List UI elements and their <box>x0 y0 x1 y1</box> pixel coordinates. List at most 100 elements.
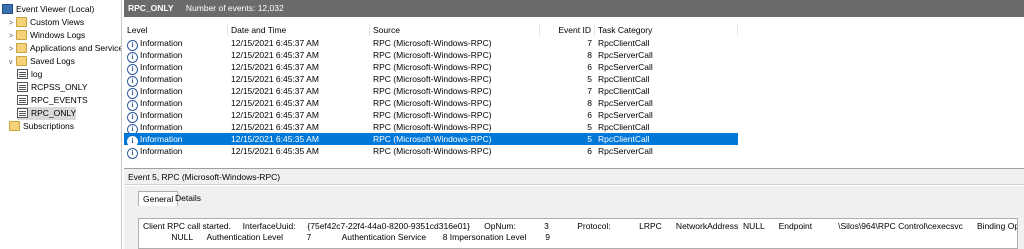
table-row[interactable]: i Information 12/15/2021 6:45:37 AM RPC (Mi… <box>124 37 738 51</box>
tree-root[interactable]: Event Viewer (Local) <box>2 3 94 16</box>
cell-source: RPC (Microsoft-Windows-RPC) <box>373 110 492 120</box>
cell-event-id: 6 <box>587 62 592 72</box>
message-line-1: Client RPC call started. InterfaceUuid: … <box>143 221 1018 231</box>
cell-event-id: 5 <box>587 122 592 132</box>
table-row[interactable]: i Information 12/15/2021 6:45:35 AM RPC (Mi… <box>124 133 738 147</box>
cell-source: RPC (Microsoft-Windows-RPC) <box>373 62 492 72</box>
folder-icon <box>16 56 27 66</box>
log-icon <box>17 95 28 105</box>
cell-source: RPC (Microsoft-Windows-RPC) <box>373 74 492 84</box>
grid-header: Level Date and Time Source Event ID Task… <box>124 24 1024 36</box>
tree-item-subscriptions[interactable]: Subscriptions <box>9 120 74 133</box>
cell-level: i Information <box>127 109 228 123</box>
event-viewer-icon <box>2 4 13 14</box>
detail-title: Event 5, RPC (Microsoft-Windows-RPC) <box>124 169 1024 185</box>
cell-level: i Information <box>127 61 228 75</box>
table-row[interactable]: i Information 12/15/2021 6:45:37 AM RPC (Mi… <box>124 73 738 87</box>
column-header-level[interactable]: Level <box>124 24 228 36</box>
folder-icon <box>16 43 27 53</box>
cell-level: i Information <box>127 97 228 111</box>
cell-event-id: 6 <box>587 146 592 156</box>
events-grid: Level Date and Time Source Event ID Task… <box>124 20 1024 168</box>
table-row[interactable]: i Information 12/15/2021 6:45:37 AM RPC (Mi… <box>124 121 738 135</box>
table-row[interactable]: i Information 12/15/2021 6:45:37 AM RPC (Mi… <box>124 97 738 111</box>
tree-item-windows-logs[interactable]: > Windows Logs <box>9 29 85 42</box>
main-pane: RPC_ONLY Number of events: 12,032 Level … <box>124 0 1024 249</box>
event-message[interactable]: Client RPC call started. InterfaceUuid: … <box>138 218 1018 249</box>
cell-source: RPC (Microsoft-Windows-RPC) <box>373 134 492 144</box>
cell-date: 12/15/2021 6:45:37 AM <box>231 122 319 132</box>
log-icon <box>17 108 28 118</box>
column-header-source[interactable]: Source <box>370 24 540 36</box>
tree-item-label: Subscriptions <box>23 121 75 131</box>
table-row[interactable]: i Information 12/15/2021 6:45:37 AM RPC (Mi… <box>124 109 738 123</box>
column-header-date[interactable]: Date and Time <box>228 24 370 36</box>
cell-task-category: RpcServerCall <box>598 62 653 72</box>
table-row[interactable]: i Information 12/15/2021 6:45:35 AM RPC (Mi… <box>124 145 738 159</box>
tree-item-label: RPC_ONLY <box>31 108 77 118</box>
cell-task-category: RpcClientCall <box>598 86 650 96</box>
log-icon <box>17 82 28 92</box>
cell-level: i Information <box>127 133 228 147</box>
cell-source: RPC (Microsoft-Windows-RPC) <box>373 146 492 156</box>
tree-item-label: RCPSS_ONLY <box>31 82 88 92</box>
cell-task-category: RpcClientCall <box>598 74 650 84</box>
event-count: Number of events: 12,032 <box>185 3 284 13</box>
column-header-event-id[interactable]: Event ID <box>540 24 595 36</box>
level-text: Information <box>140 122 183 132</box>
expand-open-icon[interactable]: v <box>9 56 16 69</box>
cell-date: 12/15/2021 6:45:35 AM <box>231 134 319 144</box>
folder-icon <box>16 30 27 40</box>
cell-event-id: 7 <box>587 38 592 48</box>
cell-task-category: RpcClientCall <box>598 134 650 144</box>
level-text: Information <box>140 146 183 156</box>
cell-date: 12/15/2021 6:45:35 AM <box>231 146 319 156</box>
tree-item-custom-views[interactable]: > Custom Views <box>9 16 84 29</box>
tree-item-rpc-events[interactable]: RPC_EVENTS <box>17 94 88 107</box>
cell-level: i Information <box>127 121 228 135</box>
folder-icon <box>9 121 20 131</box>
cell-date: 12/15/2021 6:45:37 AM <box>231 98 319 108</box>
cell-level: i Information <box>127 37 228 51</box>
cell-task-category: RpcServerCall <box>598 50 653 60</box>
table-row[interactable]: i Information 12/15/2021 6:45:37 AM RPC (Mi… <box>124 85 738 99</box>
tree-item-label: Applications and Services <box>30 43 122 53</box>
information-icon: i <box>127 148 138 159</box>
cell-task-category: RpcClientCall <box>598 38 650 48</box>
cell-event-id: 5 <box>587 134 592 144</box>
level-text: Information <box>140 74 183 84</box>
column-header-task-category[interactable]: Task Category <box>595 24 738 36</box>
level-text: Information <box>140 50 183 60</box>
cell-date: 12/15/2021 6:45:37 AM <box>231 50 319 60</box>
tree-root-label: Event Viewer (Local) <box>16 4 95 14</box>
log-icon <box>17 69 28 79</box>
cell-level: i Information <box>127 85 228 99</box>
cell-level: i Information <box>127 49 228 63</box>
cell-date: 12/15/2021 6:45:37 AM <box>231 62 319 72</box>
tree-item-label: RPC_EVENTS <box>31 95 88 105</box>
level-text: Information <box>140 134 183 144</box>
level-text: Information <box>140 86 183 96</box>
tab-details[interactable]: Details <box>171 191 205 205</box>
tree-item-rcpss-only[interactable]: RCPSS_ONLY <box>17 81 88 94</box>
level-text: Information <box>140 38 183 48</box>
table-row[interactable]: i Information 12/15/2021 6:45:37 AM RPC (Mi… <box>124 61 738 75</box>
cell-event-id: 5 <box>587 74 592 84</box>
tree-item-rpc-only[interactable]: RPC_ONLY <box>17 107 77 120</box>
tree-item-saved-logs[interactable]: v Saved Logs <box>9 55 75 68</box>
tree-item-log[interactable]: log <box>17 68 42 81</box>
cell-event-id: 8 <box>587 98 592 108</box>
cell-date: 12/15/2021 6:45:37 AM <box>231 38 319 48</box>
cell-event-id: 6 <box>587 110 592 120</box>
log-name: RPC_ONLY <box>128 3 174 13</box>
log-header: RPC_ONLY Number of events: 12,032 <box>124 0 1024 17</box>
cell-source: RPC (Microsoft-Windows-RPC) <box>373 98 492 108</box>
level-text: Information <box>140 110 183 120</box>
table-row[interactable]: i Information 12/15/2021 6:45:37 AM RPC (Mi… <box>124 49 738 63</box>
tree-item-label: log <box>31 69 43 79</box>
cell-date: 12/15/2021 6:45:37 AM <box>231 86 319 96</box>
cell-source: RPC (Microsoft-Windows-RPC) <box>373 38 492 48</box>
tree-item-applications-and-services[interactable]: > Applications and Services <box>9 42 122 55</box>
cell-event-id: 7 <box>587 86 592 96</box>
cell-source: RPC (Microsoft-Windows-RPC) <box>373 122 492 132</box>
